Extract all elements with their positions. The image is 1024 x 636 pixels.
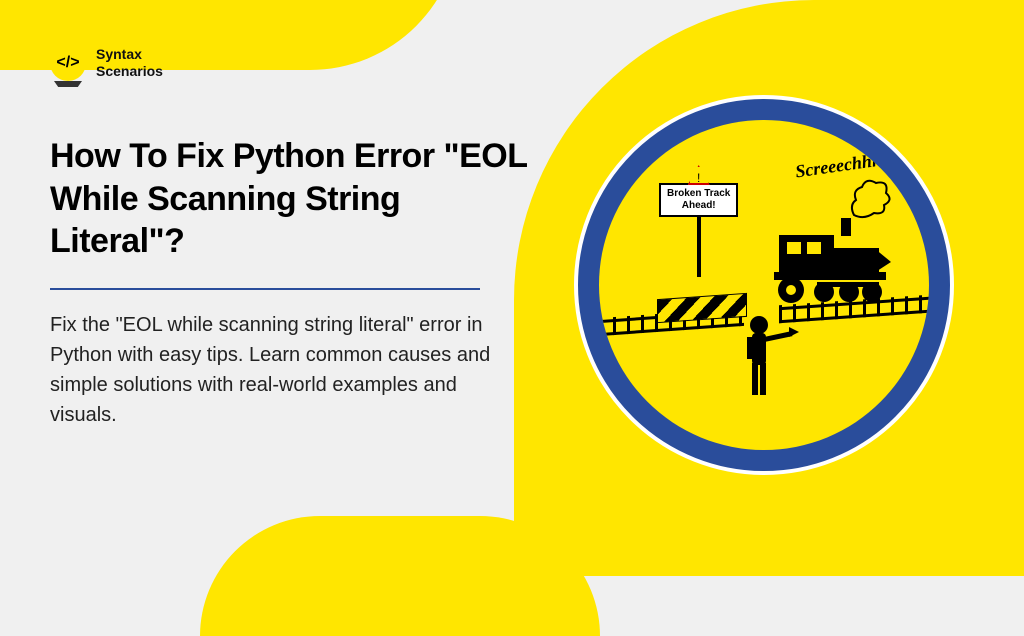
- bg-blob-bottom: [200, 516, 600, 636]
- article-content: How To Fix Python Error "EOL While Scann…: [50, 135, 530, 430]
- warning-triangle-icon: !: [688, 165, 710, 185]
- article-description: Fix the "EOL while scanning string liter…: [50, 310, 500, 430]
- sign-board: Broken Track Ahead!: [659, 183, 738, 217]
- illustration-frame: ! Broken Track Ahead! Screeechhh!: [574, 95, 954, 475]
- train-icon: [769, 210, 899, 310]
- sign-pole: [697, 217, 701, 277]
- brand-name-line1: Syntax: [96, 46, 163, 63]
- sign-text-line1: Broken Track: [667, 188, 730, 200]
- warning-sign: ! Broken Track Ahead!: [659, 165, 738, 277]
- brand-name-line2: Scenarios: [96, 63, 163, 80]
- illustration-scene: ! Broken Track Ahead! Screeechhh!: [599, 120, 929, 450]
- brand-logo: </> Syntax Scenarios: [50, 45, 163, 81]
- smoke-icon: [844, 175, 894, 220]
- person-flag-icon: [739, 315, 799, 405]
- sign-text-line2: Ahead!: [667, 200, 730, 212]
- article-title: How To Fix Python Error "EOL While Scann…: [50, 135, 530, 263]
- code-bulb-icon: </>: [50, 45, 86, 81]
- brand-name: Syntax Scenarios: [96, 46, 163, 80]
- title-divider: [50, 288, 480, 290]
